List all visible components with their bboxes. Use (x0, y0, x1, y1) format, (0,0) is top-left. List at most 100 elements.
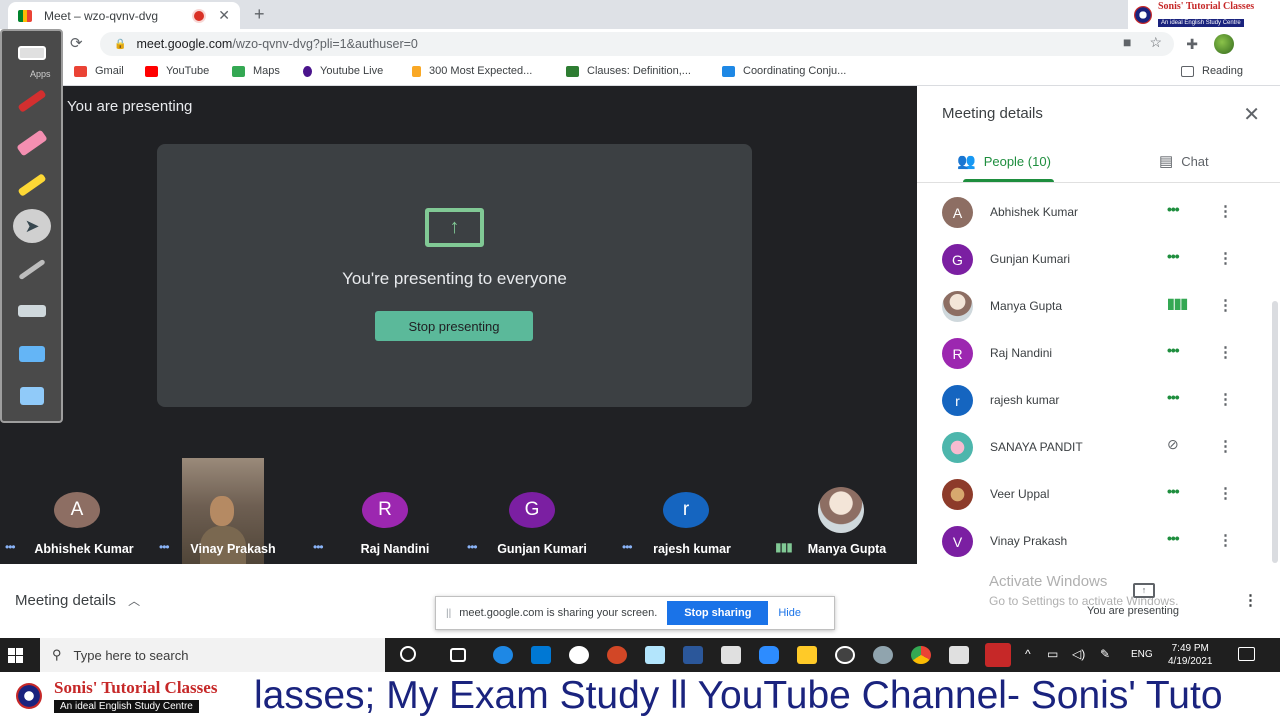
participant-tile[interactable]: r ••• rajesh kumar (609, 458, 763, 564)
divider (917, 182, 1280, 183)
tray-chevron-icon[interactable]: ^ (1025, 647, 1045, 665)
more-options-icon[interactable]: ⋮ (1218, 343, 1233, 361)
meeting-bottom-bar: Meeting details ︿ || meet.google.com is … (0, 564, 917, 638)
reload-icon[interactable]: ⟳ (70, 34, 83, 52)
red-pen-icon[interactable] (12, 83, 52, 119)
list-item[interactable]: G Gunjan Kumari ••• ⋮ (942, 242, 1257, 276)
hide-notice-button[interactable]: Hide (778, 607, 801, 619)
bookmark-youtube[interactable]: YouTube (145, 65, 209, 77)
close-icon[interactable]: ✕ (1243, 102, 1260, 127)
tab-title: Meet – wzo-qvnv-dvg (44, 8, 159, 23)
more-options-icon[interactable]: ⋮ (1243, 591, 1258, 609)
tab-close-icon[interactable]: ✕ (218, 7, 230, 24)
more-options-icon[interactable]: ⋮ (1218, 437, 1233, 455)
list-item[interactable]: Veer Uppal ••• ⋮ (942, 477, 1257, 511)
more-options-icon[interactable]: ⋮ (1218, 249, 1233, 267)
list-item[interactable]: Manya Gupta ▮▮▮ ⋮ (942, 289, 1257, 323)
tab-chat[interactable]: ▤ Chat (1159, 152, 1209, 170)
list-item[interactable]: R Raj Nandini ••• ⋮ (942, 336, 1257, 370)
taskbar-clock[interactable]: 7:49 PM 4/19/2021 (1168, 642, 1213, 668)
notes-icon[interactable] (645, 646, 665, 664)
bookmark-gmail[interactable]: Gmail (74, 65, 124, 77)
whiteboard-icon[interactable] (12, 35, 52, 71)
language-indicator[interactable]: ENG (1131, 649, 1153, 660)
stop-sharing-button[interactable]: Stop sharing (667, 601, 769, 625)
new-tab-button[interactable]: + (254, 4, 265, 25)
desktop-icon[interactable] (12, 378, 52, 414)
store-icon[interactable] (721, 646, 741, 664)
participant-tile[interactable]: A ••• Abhishek Kumar (0, 458, 154, 564)
avatar: R (362, 492, 408, 528)
cortana-icon[interactable] (400, 646, 416, 662)
extensions-icon[interactable]: ✚ (1186, 36, 1198, 53)
more-options-icon[interactable]: ⋮ (1218, 202, 1233, 220)
reading-list-icon (1181, 65, 1194, 77)
word-icon[interactable] (683, 646, 703, 664)
laser-pointer-icon[interactable] (12, 251, 52, 287)
list-item[interactable]: A Abhishek Kumar ••• ⋮ (942, 195, 1257, 229)
pen-icon[interactable]: ✎ (1100, 647, 1120, 665)
taskbar-search-input[interactable]: ⚲ Type here to search (40, 638, 385, 672)
file-explorer-icon[interactable] (797, 646, 817, 664)
app-icon[interactable] (873, 646, 893, 664)
mail-icon[interactable] (531, 646, 551, 664)
brand-logo-icon (1134, 5, 1152, 24)
brand-name: Sonis' Tutorial Classes (1158, 0, 1255, 12)
more-options-icon[interactable]: ⋮ (1218, 531, 1233, 549)
youtube-live-icon (303, 65, 312, 77)
list-item[interactable]: V Vinay Prakash ••• ⋮ (942, 524, 1257, 558)
reading-list-button[interactable]: Reading (1181, 65, 1243, 77)
chrome-icon[interactable] (911, 646, 931, 664)
profile-avatar[interactable] (1214, 34, 1234, 54)
meeting-details-toggle[interactable]: Meeting details ︿ (15, 592, 140, 609)
participant-tile[interactable]: R ••• Raj Nandini (308, 458, 462, 564)
highlighter-icon[interactable] (12, 167, 52, 203)
participant-tile[interactable]: ▮▮▮ Manya Gupta (763, 458, 917, 564)
windows-start-icon[interactable] (8, 648, 23, 663)
powerpoint-icon[interactable] (607, 646, 627, 664)
camera-icon[interactable]: ■ (1123, 34, 1131, 51)
obs-icon[interactable] (835, 646, 855, 664)
participant-name: Raj Nandini (360, 542, 430, 556)
annotation-pen-toolbar: Apps ➤ (0, 29, 63, 423)
participant-tile[interactable]: G ••• Gunjan Kumari (455, 458, 609, 564)
acrobat-icon[interactable] (985, 643, 1011, 667)
app-icon[interactable] (569, 646, 589, 664)
list-item[interactable]: r rajesh kumar ••• ⋮ (942, 383, 1257, 417)
participant-name: Gunjan Kumari (497, 542, 587, 556)
audio-dots-icon: ••• (1167, 483, 1180, 499)
notification-icon[interactable] (1238, 647, 1255, 661)
present-screen-icon[interactable]: ↑ (1133, 583, 1155, 598)
more-options-icon[interactable]: ⋮ (1218, 484, 1233, 502)
search-placeholder: Type here to search (73, 647, 189, 663)
bookmark-coordinating[interactable]: Coordinating Conju... (722, 65, 846, 77)
clock-date: 4/19/2021 (1168, 656, 1213, 667)
address-bar[interactable]: 🔒 meet.google.com /wzo-qvnv-dvg?pli=1&au… (100, 32, 1174, 56)
bookmark-star-icon[interactable]: ☆ (1149, 34, 1162, 51)
panel-scrollbar[interactable] (1272, 301, 1278, 563)
volume-icon[interactable]: ◁) (1072, 647, 1092, 665)
stop-presenting-button[interactable]: Stop presenting (375, 311, 533, 341)
list-item[interactable]: SANAYA PANDIT ⊘ ⋮ (942, 430, 1257, 464)
meet-stage: You are presenting ↑ You're presenting t… (0, 86, 917, 564)
cursor-icon[interactable]: ➤ (13, 209, 51, 243)
more-options-icon[interactable]: ⋮ (1218, 296, 1233, 314)
bookmark-300-most-expected[interactable]: 300 Most Expected... (412, 65, 532, 77)
task-view-icon[interactable] (450, 648, 466, 662)
browser-tab-meet[interactable]: Meet – wzo-qvnv-dvg ✕ (8, 2, 240, 29)
bookmark-label: Youtube Live (320, 65, 384, 77)
keyboard-icon[interactable] (12, 293, 52, 329)
eraser-icon[interactable] (12, 125, 52, 161)
bookmark-maps[interactable]: Maps (232, 65, 280, 77)
zoom-icon[interactable] (759, 646, 779, 664)
person-name: Vinay Prakash (990, 534, 1068, 548)
app-icon[interactable] (949, 646, 969, 664)
bookmark-clauses[interactable]: Clauses: Definition,... (566, 65, 691, 77)
more-options-icon[interactable]: ⋮ (1218, 390, 1233, 408)
edge-icon[interactable] (493, 646, 513, 664)
screen-capture-icon[interactable] (12, 336, 52, 372)
bookmark-youtube-live[interactable]: Youtube Live (303, 65, 383, 77)
network-icon[interactable]: ▭ (1047, 647, 1067, 665)
tab-people[interactable]: 👥 People (10) (957, 152, 1051, 170)
drag-handle-icon[interactable]: || (446, 608, 451, 619)
